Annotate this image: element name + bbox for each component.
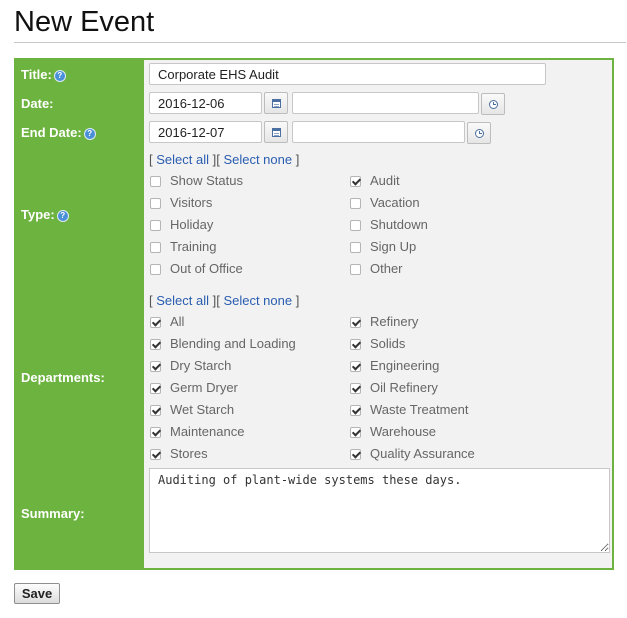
checkbox[interactable] [150, 316, 161, 328]
checkbox[interactable] [350, 360, 361, 372]
summary-textarea[interactable]: Auditing of plant-wide systems these day… [149, 468, 610, 553]
checkbox[interactable] [350, 404, 361, 416]
end-date-label: End Date:? [21, 125, 96, 141]
help-icon[interactable]: ? [83, 128, 96, 140]
checkbox[interactable] [150, 219, 161, 231]
department-select-links: [ Select all ][ Select none ] [149, 293, 300, 308]
department-checkbox-item[interactable]: Waste Treatment [350, 402, 469, 418]
department-checkbox-item[interactable]: Solids [350, 336, 405, 352]
checkbox[interactable] [350, 382, 361, 394]
checkbox[interactable] [350, 448, 361, 460]
checkbox[interactable] [150, 360, 161, 372]
checkbox[interactable] [150, 197, 161, 209]
checkbox[interactable] [150, 263, 161, 275]
checkbox[interactable] [150, 426, 161, 438]
page-title: New Event [14, 6, 155, 38]
date-input[interactable] [149, 92, 262, 114]
date-time-input[interactable] [292, 92, 479, 114]
type-checkbox-item[interactable]: Shutdown [350, 217, 428, 233]
end-time-input[interactable] [292, 121, 465, 143]
type-checkbox-item[interactable]: Audit [350, 173, 400, 189]
department-checkbox-item[interactable]: Stores [150, 446, 208, 462]
calendar-icon [271, 98, 281, 108]
departments-label: Departments: [21, 370, 105, 385]
date-calendar-button[interactable] [264, 92, 288, 114]
form-fields: [ Select all ][ Select none ] Show Statu… [144, 60, 612, 568]
end-date-input[interactable] [149, 121, 262, 143]
title-divider [14, 42, 626, 43]
type-checkbox-item[interactable]: Show Status [150, 173, 243, 189]
end-time-button[interactable] [467, 122, 491, 144]
department-checkbox-item[interactable]: Blending and Loading [150, 336, 296, 352]
department-checkbox-item[interactable]: Warehouse [350, 424, 436, 440]
checkbox[interactable] [350, 426, 361, 438]
type-checkbox-item[interactable]: Sign Up [350, 239, 416, 255]
department-checkbox-item[interactable]: Refinery [350, 314, 418, 330]
help-icon[interactable]: ? [53, 70, 66, 82]
new-event-form: Title:? Date: End Date:? Type:? Departme… [14, 58, 614, 570]
type-checkbox-item[interactable]: Out of Office [150, 261, 243, 277]
department-checkbox-item[interactable]: Oil Refinery [350, 380, 438, 396]
type-checkbox-item[interactable]: Other [350, 261, 403, 277]
title-label: Title:? [21, 67, 66, 83]
checkbox[interactable] [150, 448, 161, 460]
type-checkbox-item[interactable]: Visitors [150, 195, 212, 211]
summary-label: Summary: [21, 506, 85, 521]
department-select-all-link[interactable]: Select all [156, 293, 209, 308]
checkbox[interactable] [350, 175, 361, 187]
department-checkbox-item[interactable]: Engineering [350, 358, 439, 374]
calendar-icon [271, 127, 281, 137]
end-date-calendar-button[interactable] [264, 121, 288, 143]
department-checkbox-item[interactable]: Maintenance [150, 424, 244, 440]
clock-icon [488, 99, 498, 109]
department-checkbox-item[interactable]: Quality Assurance [350, 446, 475, 462]
checkbox[interactable] [350, 219, 361, 231]
department-checkbox-item[interactable]: Dry Starch [150, 358, 231, 374]
type-checkbox-item[interactable]: Training [150, 239, 216, 255]
title-input[interactable] [149, 63, 546, 85]
checkbox[interactable] [350, 197, 361, 209]
department-checkbox-item[interactable]: Wet Starch [150, 402, 234, 418]
checkbox[interactable] [150, 338, 161, 350]
department-checkbox-item[interactable]: All [150, 314, 184, 330]
checkbox[interactable] [150, 241, 161, 253]
department-checkbox-item[interactable]: Germ Dryer [150, 380, 238, 396]
checkbox[interactable] [150, 175, 161, 187]
help-icon[interactable]: ? [56, 210, 69, 222]
type-label: Type:? [21, 207, 69, 223]
date-time-button[interactable] [481, 93, 505, 115]
checkbox[interactable] [350, 338, 361, 350]
checkbox[interactable] [150, 382, 161, 394]
clock-icon [474, 128, 484, 138]
type-checkbox-item[interactable]: Holiday [150, 217, 213, 233]
save-button[interactable]: Save [14, 583, 60, 604]
checkbox[interactable] [350, 241, 361, 253]
department-select-none-link[interactable]: Select none [223, 293, 292, 308]
checkbox[interactable] [350, 263, 361, 275]
checkbox[interactable] [150, 404, 161, 416]
type-checkbox-item[interactable]: Vacation [350, 195, 420, 211]
type-select-all-link[interactable]: Select all [156, 152, 209, 167]
type-select-links: [ Select all ][ Select none ] [149, 152, 300, 167]
date-label: Date: [21, 96, 54, 111]
type-select-none-link[interactable]: Select none [223, 152, 292, 167]
checkbox[interactable] [350, 316, 361, 328]
